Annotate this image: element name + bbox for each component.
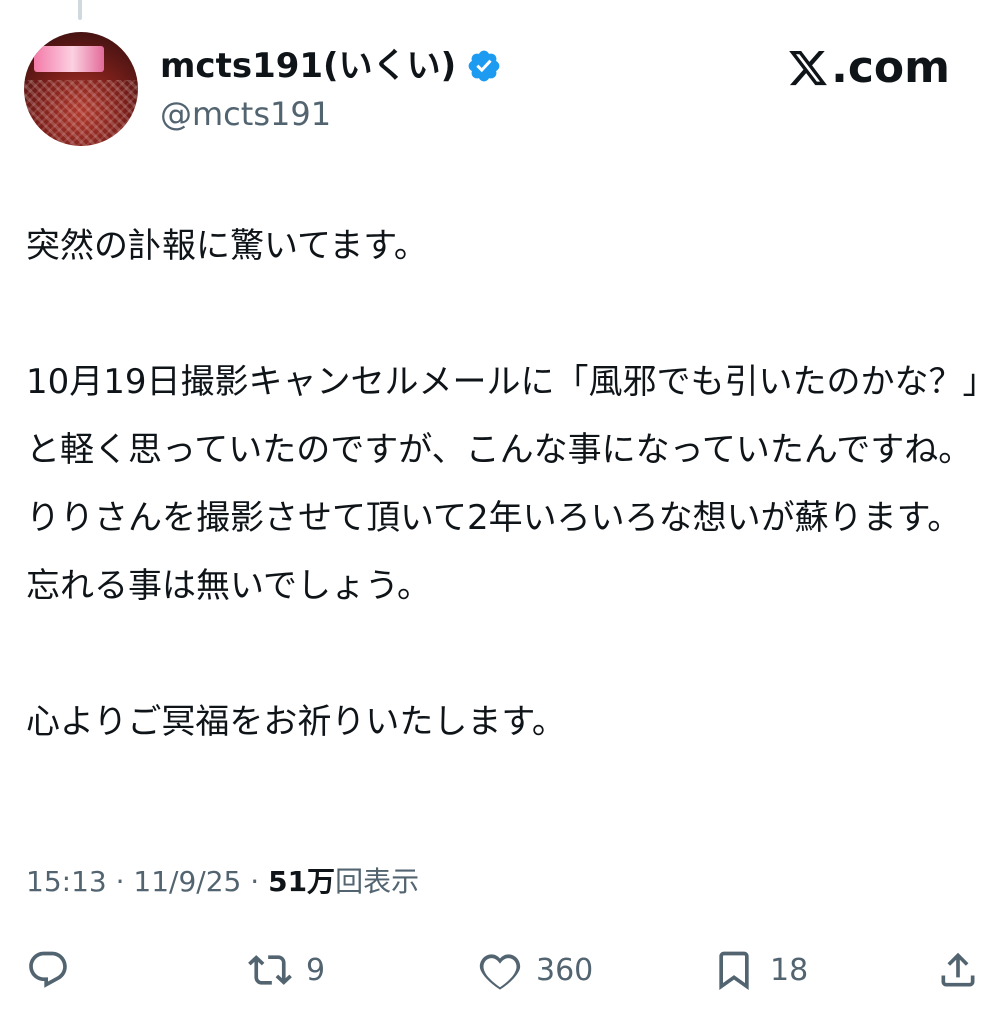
avatar-stage-image: [34, 46, 104, 72]
avatar-crowd-image: [24, 80, 138, 146]
tweet-text: 突然の訃報に驚いてます。 10月19日撮影キャンセルメールに「風邪でも引いたのか…: [26, 212, 986, 756]
repost-icon: [248, 955, 292, 985]
thread-connector-line: [78, 0, 82, 20]
tweet-paragraph: 10月19日撮影キャンセルメールに「風邪でも引いたのかな？」と軽く思っていたので…: [26, 362, 980, 606]
meta-separator: ·: [250, 865, 260, 898]
tweet-date[interactable]: 11/9/25: [133, 865, 241, 898]
views-label: 回表示: [335, 865, 420, 898]
heart-icon: [479, 954, 521, 990]
reply-icon: [29, 951, 67, 988]
bookmark-icon: [719, 951, 749, 991]
verified-badge-icon: [468, 50, 500, 82]
meta-separator: ·: [115, 865, 125, 898]
repost-button[interactable]: 9: [248, 940, 325, 1000]
tweet-metadata: 15:13 · 11/9/25 · 51万回表示: [26, 860, 419, 904]
site-logo-text: .com: [831, 42, 950, 93]
like-count: 360: [536, 952, 594, 988]
avatar[interactable]: [24, 32, 138, 146]
action-bar: 9 360 18: [26, 940, 982, 1000]
views-count: 51万: [268, 865, 336, 898]
x-logo-icon: [789, 50, 828, 86]
share-icon: [941, 952, 975, 987]
repost-count: 9: [306, 952, 326, 988]
bookmark-button[interactable]: 18: [712, 940, 808, 1000]
author-display-name[interactable]: mcts191(いくい): [160, 44, 456, 88]
reply-button[interactable]: [26, 940, 70, 1000]
tweet-paragraph-blank: [26, 620, 986, 688]
like-button[interactable]: 360: [478, 940, 593, 1000]
tweet-paragraph: 突然の訃報に驚いてます。: [26, 226, 428, 266]
tweet-paragraph-blank: [26, 280, 986, 348]
tweet-time[interactable]: 15:13: [26, 865, 107, 898]
share-button[interactable]: [936, 940, 980, 1000]
author-name-row: mcts191(いくい): [160, 44, 502, 88]
site-logo: .com: [787, 40, 950, 96]
bookmark-count: 18: [770, 952, 809, 988]
author-handle[interactable]: @mcts191: [160, 94, 331, 134]
tweet-paragraph: 心よりご冥福をお祈りいたします。: [26, 702, 566, 742]
